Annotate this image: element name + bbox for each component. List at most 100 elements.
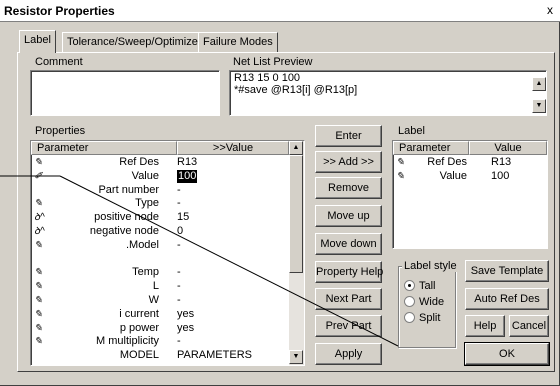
parameter-value[interactable]: - <box>177 266 181 279</box>
parameter-name: L <box>152 280 159 293</box>
parameter-name: MODEL <box>119 349 159 362</box>
parameter-name: W <box>148 294 159 306</box>
table-row[interactable]: Part number - <box>31 184 289 197</box>
tab-failure-modes[interactable]: Failure Modes <box>198 32 278 52</box>
radio-label: Tall <box>419 280 436 292</box>
pencil-icon: ✎ <box>396 170 405 182</box>
parameter-value[interactable]: - <box>177 335 181 348</box>
node-icon: ꝺ^ <box>34 226 45 237</box>
empty-icon-slot <box>34 349 48 362</box>
parameter-value[interactable]: - <box>177 280 181 293</box>
column-header-parameter[interactable]: Parameter <box>31 141 177 155</box>
close-icon[interactable]: x <box>543 3 557 17</box>
parameter-value[interactable]: 15 <box>177 211 189 224</box>
netlist-preview[interactable]: R13 15 0 100 *#save @R13[i] @R13[p] ▲ ▼ <box>229 70 547 116</box>
parameter-value[interactable]: yes <box>177 308 194 321</box>
label-style-caption: Label style <box>402 260 459 272</box>
add-button[interactable]: >> Add >> <box>315 151 382 173</box>
prev-part-button[interactable]: Prev Part <box>315 315 382 337</box>
pencil-icon: ✎ <box>34 336 43 348</box>
pencil-icon: ✎ <box>34 267 43 279</box>
table-row[interactable]: ꝺ^ negative node 0 <box>31 225 289 238</box>
ok-button[interactable]: OK <box>464 342 550 366</box>
scroll-up-icon[interactable]: ▲ <box>532 77 546 91</box>
table-row[interactable]: ꝺ^ positive node 15 <box>31 211 289 224</box>
property-help-button[interactable]: Property Help <box>315 261 383 283</box>
radio-split[interactable]: Split <box>404 312 440 324</box>
parameter-name: p power <box>119 321 159 334</box>
parameter-name: Part number <box>98 183 159 196</box>
parameter-value[interactable]: 100 <box>177 169 198 183</box>
empty-icon-slot <box>34 253 48 266</box>
label-row[interactable]: ✎ Ref Des R13 <box>393 156 547 169</box>
scroll-down-icon[interactable]: ▼ <box>289 350 303 364</box>
tab-label[interactable]: Label <box>19 30 56 53</box>
label-column-header-parameter[interactable]: Parameter <box>393 141 469 155</box>
apply-button[interactable]: Apply <box>315 343 382 365</box>
radio-indicator <box>404 296 415 307</box>
scroll-up-icon[interactable]: ▲ <box>289 141 303 155</box>
pencil-icon: ✎ <box>34 295 43 306</box>
pencil-icon: ✎ <box>34 157 43 168</box>
parameter-value[interactable]: - <box>177 184 181 197</box>
table-row[interactable]: ✎ Type - <box>31 197 289 210</box>
parameter-value[interactable]: yes <box>177 322 194 335</box>
pencil-icon: ✎ <box>34 322 43 334</box>
parameter-value[interactable]: 0 <box>177 225 183 238</box>
auto-ref-des-button[interactable]: Auto Ref Des <box>465 288 549 310</box>
table-row[interactable]: ✎ p power yes <box>31 322 289 335</box>
pencil-icon: ✎ <box>34 198 43 210</box>
column-header-value[interactable]: >>Value <box>177 141 289 155</box>
parameter-name: .Model <box>125 238 159 251</box>
parameter-value[interactable]: - <box>177 294 181 307</box>
next-part-button[interactable]: Next Part <box>315 288 382 310</box>
table-row[interactable]: ✎ L - <box>31 280 289 293</box>
table-row[interactable]: ✎ Temp - <box>31 266 289 279</box>
parameter-value[interactable]: - <box>177 239 181 252</box>
properties-grid[interactable]: Parameter >>Value ✎ Ref Des R13 ✐ Value 100 Pa… <box>30 140 305 366</box>
enter-button[interactable]: Enter <box>315 125 382 147</box>
remove-button[interactable]: Remove <box>315 177 382 199</box>
move-up-button[interactable]: Move up <box>315 205 382 227</box>
parameter-name: Ref Des <box>119 156 159 168</box>
empty-icon-slot <box>34 184 48 197</box>
save-template-button[interactable]: Save Template <box>465 260 549 282</box>
label-column-header-value[interactable]: Value <box>469 141 547 155</box>
properties-scrollbar[interactable]: ▲ ▼ <box>289 141 304 365</box>
table-row[interactable]: ✎ Ref Des R13 <box>31 156 289 169</box>
netlist-preview-label: Net List Preview <box>233 56 313 68</box>
scroll-thumb[interactable] <box>289 155 303 273</box>
comment-field[interactable] <box>30 70 220 116</box>
tab-tolerance-sweep-optimize[interactable]: Tolerance/Sweep/Optimize <box>62 32 203 52</box>
label-row[interactable]: ✎ Value 100 <box>393 170 547 183</box>
label-grid[interactable]: Parameter Value ✎ Ref Des R13 ✎ Value 100 <box>392 140 548 249</box>
pencil-icon: ✎ <box>396 157 405 168</box>
cancel-button[interactable]: Cancel <box>509 315 549 337</box>
table-row[interactable]: ✎ i current yes <box>31 308 289 321</box>
parameter-value[interactable]: - <box>177 197 181 210</box>
radio-indicator <box>404 312 415 323</box>
resistor-properties-dialog: Resistor Properties x Label Tolerance/Sw… <box>0 0 560 386</box>
parameter-value[interactable]: PARAMETERS <box>177 349 252 362</box>
radio-tall[interactable]: Tall <box>404 280 436 292</box>
label-parameter-value: 100 <box>491 169 510 182</box>
radio-indicator <box>404 280 415 291</box>
netlist-line: *#save @R13[i] @R13[p] <box>234 84 358 96</box>
table-row[interactable]: ✎ .Model - <box>31 239 289 252</box>
table-row[interactable]: MODEL PARAMETERS <box>31 349 289 362</box>
table-row[interactable]: ✐ Value 100 <box>31 169 289 183</box>
table-row[interactable] <box>31 253 289 266</box>
parameter-value[interactable]: R13 <box>177 156 197 169</box>
radio-wide[interactable]: Wide <box>404 296 444 308</box>
label-parameter-name: Ref Des <box>427 156 467 168</box>
move-down-button[interactable]: Move down <box>315 233 382 255</box>
table-row[interactable]: ✎ W - <box>31 294 289 307</box>
label-panel-label: Label <box>398 125 425 137</box>
radio-label: Split <box>419 312 441 324</box>
pencil-filled-icon: ✐ <box>34 170 43 182</box>
radio-label: Wide <box>419 296 445 308</box>
table-row[interactable]: ✎ M multiplicity - <box>31 335 289 348</box>
help-button[interactable]: Help <box>465 315 505 337</box>
label-parameter-name: Value <box>439 169 467 182</box>
scroll-down-icon[interactable]: ▼ <box>532 99 546 113</box>
